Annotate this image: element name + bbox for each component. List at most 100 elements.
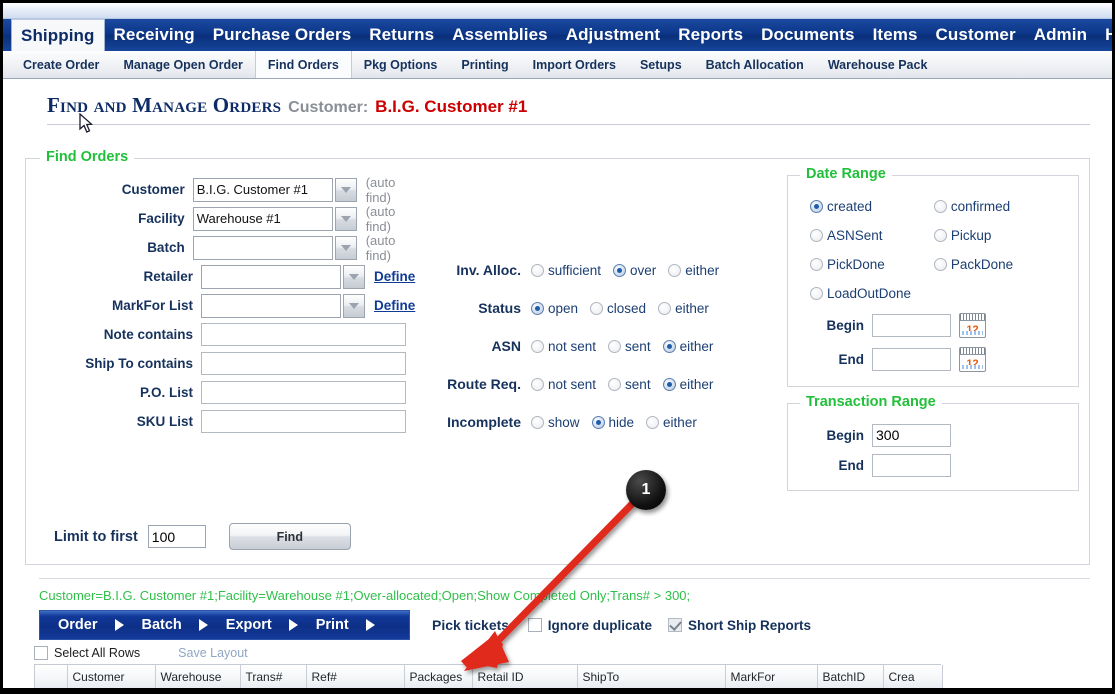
toolbar-arrow-icon-batch[interactable]	[198, 619, 208, 631]
input-markfor-list[interactable]	[201, 293, 341, 318]
checkbox-ignore-duplicate[interactable]: Ignore duplicate	[527, 618, 652, 633]
main-nav-item-adjustment[interactable]: Adjustment	[557, 19, 670, 51]
toolbar-menu-export[interactable]: Export	[208, 617, 272, 633]
combo-markfor-list[interactable]	[201, 293, 365, 318]
radio-inv-alloc-over[interactable]: over	[613, 263, 656, 278]
radio-status-closed[interactable]: closed	[590, 301, 646, 316]
radio-icon-date-range-pickup[interactable]	[933, 229, 947, 242]
radio-date-range-packdone[interactable]: PackDone	[933, 250, 1058, 279]
main-nav-item-documents[interactable]: Documents	[752, 19, 863, 51]
main-nav-item-shipping[interactable]: Shipping	[11, 19, 105, 51]
radio-incomplete-either[interactable]: either	[646, 415, 697, 430]
input-customer[interactable]	[192, 177, 333, 202]
define-link-markfor-list[interactable]: Define	[365, 298, 415, 313]
input-date-begin[interactable]	[872, 313, 951, 337]
checkbox-icon-select-all-rows[interactable]	[34, 646, 48, 660]
radio-date-range-asnsent[interactable]: ASNSent	[810, 221, 934, 250]
main-nav-item-home[interactable]: Home	[1096, 19, 1112, 51]
table-cell-batchid[interactable]	[817, 690, 883, 694]
radio-icon-date-range-pickdone[interactable]	[810, 258, 823, 271]
table-header-customer[interactable]: Customer	[67, 665, 156, 688]
combo-customer[interactable]	[192, 177, 357, 202]
radio-icon-status-open[interactable]	[531, 301, 544, 315]
radio-icon-asn-sent[interactable]	[608, 339, 622, 353]
input-limit-to-first[interactable]	[147, 525, 206, 548]
main-nav-item-items[interactable]: Items	[864, 19, 927, 51]
radio-icon-status-either[interactable]	[658, 301, 672, 315]
radio-inv-alloc-either[interactable]: either	[668, 263, 719, 278]
find-button[interactable]: Find	[228, 523, 351, 550]
radio-icon-date-range-packdone[interactable]	[933, 258, 947, 271]
dropdown-arrow-icon-facility[interactable]	[334, 206, 357, 231]
table-header-warehouse[interactable]: Warehouse	[155, 665, 241, 688]
dropdown-arrow-icon-retailer[interactable]	[343, 264, 365, 289]
checkbox-short-ship-reports[interactable]: Short Ship Reports	[667, 618, 811, 633]
checkbox-icon-ignore-duplicate[interactable]	[527, 618, 542, 632]
main-nav-item-admin[interactable]: Admin	[1025, 19, 1096, 51]
radio-status-either[interactable]: either	[658, 301, 709, 316]
input-retailer[interactable]	[201, 264, 341, 289]
sub-nav-item-setups[interactable]: Setups	[628, 51, 694, 78]
radio-icon-inv-alloc-either[interactable]	[668, 263, 682, 277]
radio-icon-route-req-sent[interactable]	[608, 377, 622, 391]
radio-icon-date-range-created[interactable]	[810, 200, 823, 213]
radio-asn-not-sent[interactable]: not sent	[531, 339, 596, 354]
main-nav-item-returns[interactable]: Returns	[360, 19, 443, 51]
radio-incomplete-show[interactable]: show	[531, 415, 580, 430]
radio-icon-date-range-asnsent[interactable]	[810, 229, 823, 242]
radio-icon-date-range-loadoutdone[interactable]	[810, 287, 823, 300]
table-header-trans-[interactable]: Trans#	[240, 665, 307, 688]
radio-icon-status-closed[interactable]	[590, 301, 604, 315]
input-date-end[interactable]	[872, 347, 951, 371]
table-cell-markfor[interactable]	[725, 690, 817, 694]
input-facility[interactable]	[192, 206, 333, 231]
toolbar-menu-print[interactable]: Print	[298, 617, 349, 633]
combo-batch[interactable]	[192, 235, 357, 260]
table-cell-trans[interactable]: 304	[240, 690, 306, 694]
table-cell-shipto[interactable]: BIG Logistics	[577, 690, 725, 694]
radio-inv-alloc-sufficient[interactable]: sufficient	[531, 263, 601, 278]
toolbar-arrow-icon-export[interactable]	[288, 619, 298, 631]
radio-icon-incomplete-hide[interactable]	[591, 415, 605, 429]
input-shipto-contains[interactable]	[201, 352, 406, 375]
sub-nav-item-pkg-options[interactable]: Pkg Options	[352, 51, 450, 78]
main-nav-item-assemblies[interactable]: Assemblies	[443, 19, 557, 51]
table-cell-created[interactable]: 2013	[883, 690, 942, 694]
input-trans-begin[interactable]	[872, 423, 951, 447]
radio-route-req-sent[interactable]: sent	[608, 377, 651, 392]
radio-date-range-pickup[interactable]: Pickup	[933, 221, 1058, 250]
sub-nav-item-batch-allocation[interactable]: Batch Allocation	[694, 51, 816, 78]
dropdown-arrow-icon-customer[interactable]	[334, 177, 357, 202]
radio-icon-route-req-either[interactable]	[662, 377, 676, 391]
radio-route-req-either[interactable]: either	[662, 377, 713, 392]
toolbar-arrow-icon-print[interactable]	[365, 619, 375, 631]
sub-nav-item-printing[interactable]: Printing	[449, 51, 520, 78]
radio-asn-either[interactable]: either	[662, 339, 713, 354]
combo-facility[interactable]	[192, 206, 357, 231]
radio-icon-asn-not-sent[interactable]	[531, 339, 544, 353]
input-sku-list[interactable]	[201, 410, 406, 433]
radio-icon-incomplete-show[interactable]	[531, 415, 544, 429]
radio-icon-route-req-not-sent[interactable]	[531, 377, 544, 391]
radio-status-open[interactable]: open	[531, 301, 578, 316]
radio-date-range-loadoutdone[interactable]: LoadOutDone	[810, 279, 934, 308]
dropdown-arrow-icon-batch[interactable]	[334, 235, 357, 260]
table-cell-ref[interactable]: 9/8/2013 BCB-1	[306, 690, 404, 694]
radio-route-req-not-sent[interactable]: not sent	[531, 377, 596, 392]
sub-nav-item-create-order[interactable]: Create Order	[11, 51, 111, 78]
calendar-icon-end[interactable]: 12	[959, 346, 986, 372]
toolbar-menu-batch[interactable]: Batch	[124, 617, 182, 633]
sub-navigation-bar[interactable]: Create Order Manage Open Order Find Orders…	[3, 51, 1112, 79]
table-header-shipto[interactable]: ShipTo	[577, 665, 726, 688]
sub-nav-item-find-orders[interactable]: Find Orders	[254, 51, 352, 78]
save-layout-link[interactable]: Save Layout	[140, 646, 248, 660]
results-action-toolbar[interactable]: Order Batch Export Print	[39, 610, 410, 640]
main-nav-item-purchase-orders[interactable]: Purchase Orders	[204, 19, 361, 51]
main-navigation-bar[interactable]: Shipping Receiving Purchase Orders Returns A…	[3, 19, 1112, 51]
sub-nav-item-warehouse-pack[interactable]: Warehouse Pack	[816, 51, 940, 78]
radio-icon-asn-either[interactable]	[662, 339, 676, 353]
radio-icon-inv-alloc-over[interactable]	[613, 263, 627, 277]
sub-nav-item-manage-open-order[interactable]: Manage Open Order	[111, 51, 254, 78]
input-po-list[interactable]	[201, 381, 406, 404]
table-cell-packages[interactable]: 2.00	[404, 690, 472, 694]
